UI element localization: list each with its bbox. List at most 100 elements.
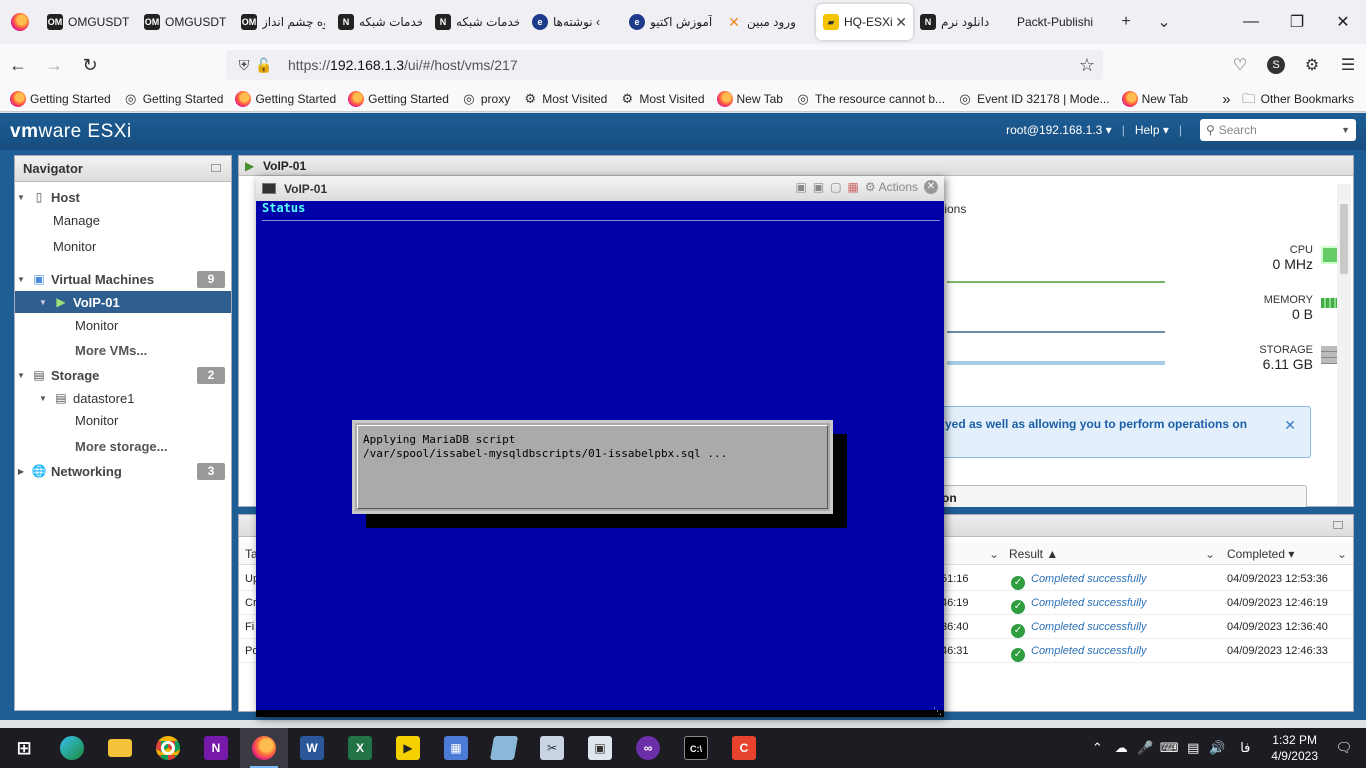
taskbar-snipping[interactable]: ✂ (528, 728, 576, 768)
language-indicator[interactable]: فا (1233, 740, 1257, 756)
tab-close-icon[interactable]: ✕ (895, 14, 907, 31)
expand-arrow-icon[interactable]: ▼ (15, 193, 27, 202)
network-icon[interactable]: ▤ (1181, 740, 1205, 756)
taskbar-teams[interactable]: ∞ (624, 728, 672, 768)
console-maximize-icon[interactable]: ▢ (830, 180, 841, 194)
taskbar-word[interactable]: W (288, 728, 336, 768)
vm-console-window[interactable]: VoIP-01 ▣ ▣ ▢ ▦ ⚙ Actions ✕ Status Apply… (256, 176, 944, 717)
taskbar-app[interactable] (480, 728, 528, 768)
nav-host[interactable]: ▼ ▯ Host (15, 186, 231, 208)
browser-tab[interactable]: N خدمات شبکه (331, 0, 428, 44)
info-close-icon[interactable]: ✕ (1284, 417, 1296, 434)
taskbar-clock[interactable]: 1:32 PM 4/9/2023 (1271, 732, 1318, 764)
console-restore-icon[interactable]: ▣ (813, 180, 824, 194)
volume-icon[interactable]: 🔊 (1205, 740, 1229, 756)
expand-arrow-icon[interactable]: ▼ (15, 371, 27, 380)
taskbar-excel[interactable]: X (336, 728, 384, 768)
bookmark-item[interactable]: Getting Started (10, 90, 111, 107)
browser-tab[interactable]: N خدمات شبکه (428, 0, 525, 44)
nav-networking[interactable]: ▶ 🌐 Networking 3 (15, 460, 231, 482)
expand-arrow-icon[interactable]: ▶ (15, 467, 27, 476)
resize-grip-icon[interactable]: ⋱ (933, 706, 943, 716)
profile-avatar[interactable]: S (1267, 56, 1285, 74)
user-menu[interactable]: root@192.168.1.3 ▾ (1006, 123, 1112, 137)
console-minimize-icon[interactable]: ▣ (796, 180, 807, 194)
bookmark-item[interactable]: ⚙ Most Visited (522, 91, 607, 107)
col-result-menu-icon[interactable]: ⌄ (1205, 547, 1215, 561)
taskbar-remote[interactable]: ▣ (576, 728, 624, 768)
extensions-icon[interactable]: ⚙ (1294, 55, 1330, 75)
bookmark-item[interactable]: ◎ proxy (461, 91, 510, 107)
col-completed[interactable]: Completed ▾ (1227, 547, 1294, 561)
browser-tab[interactable]: e آموزش اکتیو (622, 0, 719, 44)
bookmarks-overflow-icon[interactable]: » (1222, 91, 1230, 108)
browser-tab[interactable]: OM گروه چشم انداز (234, 0, 331, 44)
onedrive-icon[interactable]: ☁ (1109, 740, 1133, 756)
firefox-menu-icon[interactable] (0, 0, 40, 44)
help-menu[interactable]: Help ▾ (1135, 123, 1169, 137)
collapse-icon[interactable] (1333, 521, 1343, 529)
search-input[interactable]: ⚲ Search ▼ (1200, 119, 1356, 141)
nav-more-vms[interactable]: More VMs... (15, 339, 231, 361)
browser-tab[interactable]: e نوشته‌ها ‹ (525, 0, 622, 44)
taskbar-player[interactable]: ▶ (384, 728, 432, 768)
nav-virtual-machines[interactable]: ▼ ▣ Virtual Machines 9 (15, 268, 231, 290)
new-tab-button[interactable]: + (1107, 0, 1145, 44)
col-result[interactable]: Result ▲ (1009, 547, 1058, 561)
browser-tab[interactable]: Packt-Publishi (1010, 0, 1107, 44)
url-bar[interactable]: ⛨ 🔓 https://192.168.1.3/ui/#/host/vms/21… (226, 50, 1103, 80)
notification-center-icon[interactable]: 🗨 (1332, 740, 1356, 756)
section-header-fragment[interactable]: on (939, 485, 1307, 507)
list-all-tabs-icon[interactable]: ⌄ (1145, 0, 1183, 44)
expand-arrow-icon[interactable]: ▼ (15, 275, 27, 284)
shield-icon[interactable]: ⛨ (234, 57, 254, 74)
console-actions-button[interactable]: Actions (879, 180, 918, 194)
nav-host-manage[interactable]: Manage (15, 209, 231, 231)
bookmark-item[interactable]: New Tab (716, 90, 783, 107)
browser-tab[interactable]: N دانلود نرم (913, 0, 1010, 44)
back-icon[interactable]: ← (0, 44, 36, 86)
bookmark-item[interactable]: ◎ The resource cannot b... (795, 91, 945, 107)
hamburger-menu-icon[interactable]: ☰ (1330, 55, 1366, 75)
console-actions-gear-icon[interactable]: ⚙ (865, 180, 876, 194)
show-hidden-icons-icon[interactable]: ⌃ (1085, 740, 1109, 756)
taskbar-explorer[interactable] (96, 728, 144, 768)
nav-vm-voip-01[interactable]: ▼ ▶ VoIP-01 (15, 291, 231, 313)
expand-arrow-icon[interactable]: ▼ (37, 298, 49, 307)
restore-icon[interactable]: ❐ (1274, 0, 1320, 44)
console-close-icon[interactable]: ✕ (924, 180, 938, 194)
minimize-icon[interactable]: — (1228, 0, 1274, 44)
start-button[interactable]: ⊞ (0, 728, 48, 768)
browser-tab[interactable]: OM OMGUSDT (40, 0, 137, 44)
taskbar-onenote[interactable]: N (192, 728, 240, 768)
lock-warning-icon[interactable]: 🔓 (254, 57, 274, 74)
other-bookmarks-folder[interactable]: 🗀 Other Bookmarks (1241, 91, 1354, 107)
forward-icon[interactable]: → (36, 44, 72, 86)
nav-datastore-monitor[interactable]: Monitor (15, 409, 231, 431)
vm-panel-scrollbar[interactable] (1337, 184, 1351, 506)
console-screen[interactable]: Status Applying MariaDB script /var/spoo… (256, 201, 944, 710)
taskbar-cmd[interactable]: C:\ (672, 728, 720, 768)
chevron-down-icon[interactable]: ▼ (1341, 125, 1350, 135)
taskbar-ccleaner[interactable]: C (720, 728, 768, 768)
nav-storage[interactable]: ▼ ▤ Storage 2 (15, 364, 231, 386)
console-keyboard-icon[interactable]: ▦ (848, 180, 859, 194)
scrollbar-thumb[interactable] (1340, 204, 1348, 274)
taskbar-network-app[interactable]: ▦ (432, 728, 480, 768)
bookmark-star-icon[interactable]: ☆ (1079, 55, 1095, 76)
browser-tab[interactable]: OM OMGUSDT (137, 0, 234, 44)
nav-datastore1[interactable]: ▼ ▤ datastore1 (15, 387, 231, 409)
taskbar-firefox[interactable] (240, 728, 288, 768)
nav-host-monitor[interactable]: Monitor (15, 235, 231, 257)
bookmark-item[interactable]: New Tab (1121, 90, 1188, 107)
ime-icon[interactable]: ⌨ (1157, 740, 1181, 756)
bookmark-item[interactable]: ◎ Event ID 32178 | Mode... (957, 91, 1109, 107)
bookmark-item[interactable]: ⚙ Most Visited (619, 91, 705, 107)
browser-tab-active[interactable]: ▰ HQ-ESXi ✕ (816, 4, 913, 40)
close-window-icon[interactable]: ✕ (1320, 0, 1366, 44)
expand-arrow-icon[interactable]: ▼ (37, 394, 49, 403)
nav-vm-monitor[interactable]: Monitor (15, 314, 231, 336)
bookmark-item[interactable]: ◎ Getting Started (123, 91, 223, 107)
url-text[interactable]: https://192.168.1.3/ui/#/host/vms/217 (288, 57, 518, 73)
pocket-icon[interactable]: ♡ (1222, 55, 1258, 75)
